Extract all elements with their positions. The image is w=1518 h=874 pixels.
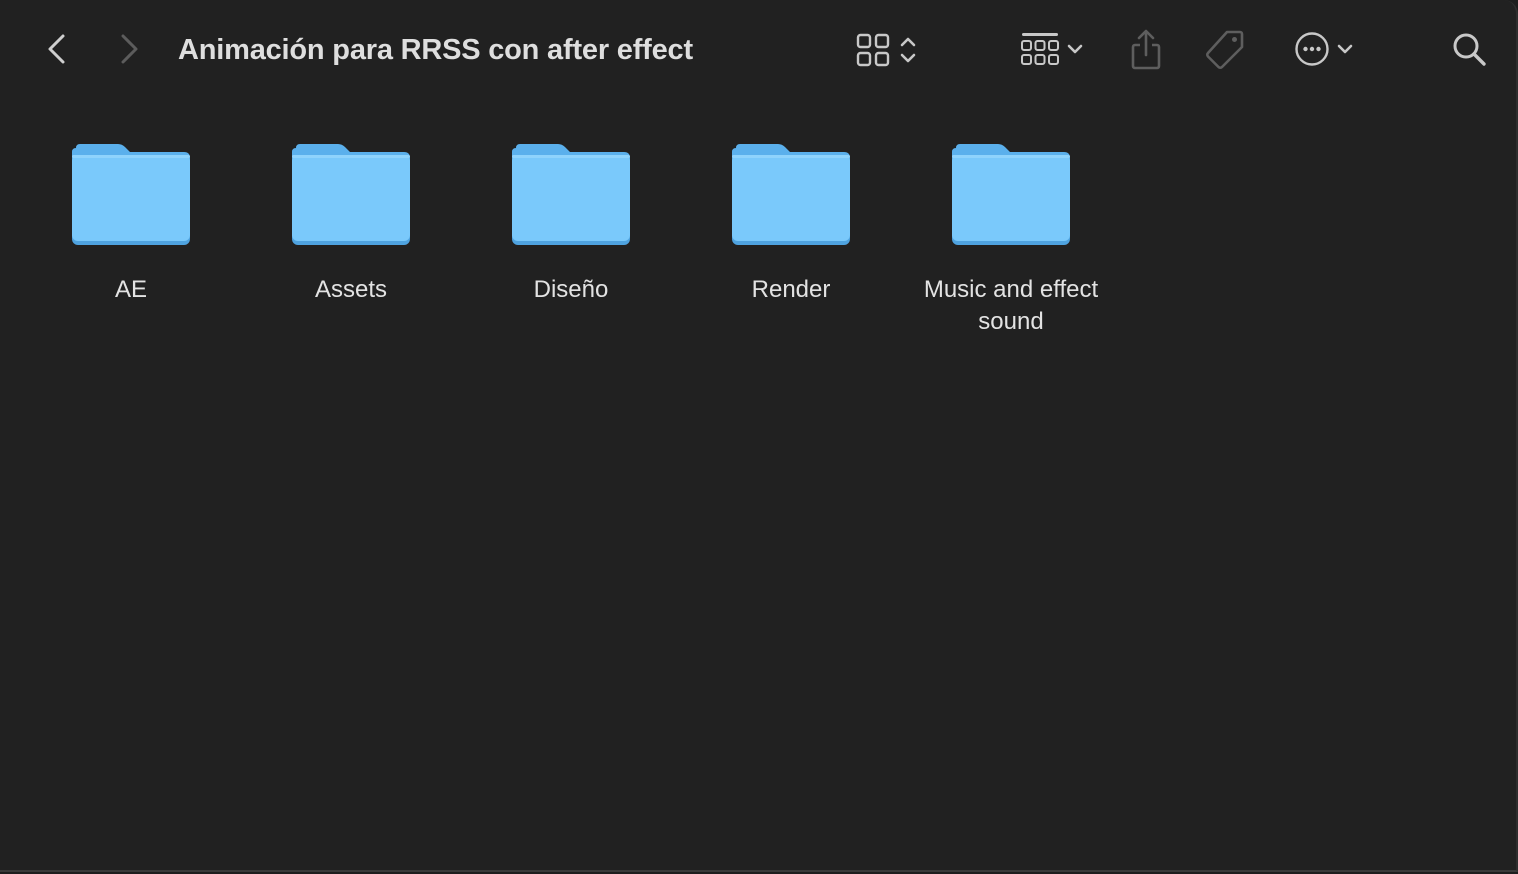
folder-icon [732, 144, 850, 245]
share-button[interactable] [1126, 28, 1166, 72]
folder-name: AE [114, 276, 147, 303]
folder-item-assets[interactable]: Assets [241, 142, 461, 306]
group-by-icon [1018, 30, 1062, 70]
folder-item-music-and-effect-sound[interactable]: Music and effect sound [901, 142, 1121, 338]
folder-item-ae[interactable]: AE [21, 142, 241, 306]
folder-icon [952, 144, 1070, 245]
folder-item-render[interactable]: Render [681, 142, 901, 306]
toolbar: Animación para RRSS con after effect [0, 0, 1516, 98]
folder-name: Diseño [533, 276, 609, 303]
search-icon [1448, 29, 1490, 69]
folder-icon [512, 144, 630, 245]
view-mode-button[interactable] [850, 30, 926, 70]
forward-button[interactable] [109, 29, 149, 69]
group-by-button[interactable] [1014, 30, 1092, 70]
icon-grid-view-icon [853, 30, 893, 70]
folder-icon [292, 144, 410, 245]
chevron-left-icon [38, 29, 78, 69]
folder-name: Music and effect sound [923, 276, 1099, 335]
folder-name: Assets [314, 276, 388, 303]
chevron-right-icon [109, 29, 149, 69]
more-actions-icon [1291, 29, 1333, 69]
back-button[interactable] [38, 29, 78, 69]
file-grid: AE Assets Diseño Render Music and effect… [0, 98, 1516, 870]
folder-name: Render [751, 276, 831, 303]
finder-window: Animación para RRSS con after effect AE … [0, 0, 1518, 872]
tag-icon [1204, 28, 1246, 72]
chevron-down-icon [1333, 29, 1359, 69]
window-title: Animación para RRSS con after effect [178, 34, 693, 66]
search-button[interactable] [1448, 29, 1490, 69]
chevron-down-icon [1062, 30, 1088, 70]
up-down-chevron-icon [893, 30, 923, 70]
more-actions-button[interactable] [1288, 29, 1362, 69]
folder-item-diseno[interactable]: Diseño [461, 142, 681, 306]
folder-icon [72, 144, 190, 245]
share-icon [1126, 28, 1166, 72]
tag-button[interactable] [1204, 28, 1246, 72]
